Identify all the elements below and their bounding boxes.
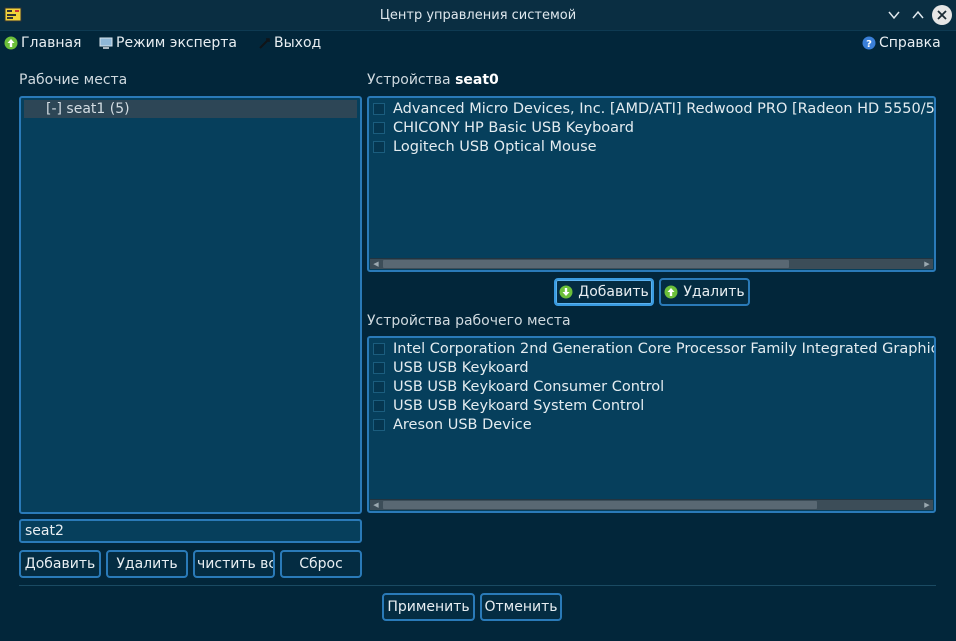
scroll-left-icon[interactable]: ◀ bbox=[370, 500, 382, 510]
reset-button[interactable]: Сброс bbox=[280, 550, 362, 578]
scroll-left-icon[interactable]: ◀ bbox=[370, 259, 382, 269]
list-item[interactable]: CHICONY HP Basic USB Keyboard bbox=[373, 118, 634, 137]
title-bar: Центр управления системой bbox=[0, 0, 956, 31]
chevron-up-icon bbox=[912, 10, 924, 19]
menu-exit-label: Выход bbox=[274, 35, 322, 51]
list-item[interactable]: USB USB Keykoard bbox=[373, 358, 529, 377]
apply-button[interactable]: Применить bbox=[382, 593, 475, 621]
device-checkbox[interactable] bbox=[373, 399, 385, 412]
device-label: Logitech USB Optical Mouse bbox=[393, 138, 597, 155]
device-checkbox[interactable] bbox=[373, 361, 385, 374]
menu-expert-label: Режим эксперта bbox=[116, 35, 238, 51]
add-device-label: Добавить bbox=[578, 284, 649, 300]
remove-device-label: Удалить bbox=[683, 284, 745, 300]
maximize-button[interactable] bbox=[908, 5, 928, 25]
chevron-down-icon bbox=[888, 11, 900, 20]
tree-item-seat1[interactable]: [-] seat1 (5) bbox=[24, 100, 357, 118]
device-label: USB USB Keykoard System Control bbox=[393, 397, 645, 414]
list-item[interactable]: USB USB Keykoard System Control bbox=[373, 396, 644, 415]
menu-help[interactable]: ? Справка bbox=[862, 34, 941, 52]
device-checkbox[interactable] bbox=[373, 121, 385, 134]
devices-label: Устройства seat0 bbox=[367, 72, 499, 88]
device-label: Areson USB Device bbox=[393, 416, 532, 433]
device-label: USB USB Keykoard Consumer Control bbox=[393, 378, 665, 395]
remove-device-button[interactable]: Удалить bbox=[659, 278, 750, 306]
device-checkbox[interactable] bbox=[373, 342, 385, 355]
green-up-arrow-icon bbox=[4, 36, 18, 50]
remove-seat-button[interactable]: Удалить bbox=[106, 550, 188, 578]
menu-exit[interactable]: Выход bbox=[257, 34, 321, 52]
svg-text:?: ? bbox=[866, 39, 872, 50]
menu-bar: Главная Режим эксперта Выход ? Справка bbox=[0, 31, 956, 55]
devices-horizontal-scrollbar[interactable]: ◀ ▶ bbox=[370, 258, 933, 269]
device-label: Intel Corporation 2nd Generation Core Pr… bbox=[393, 340, 936, 357]
device-label: USB USB Keykoard bbox=[393, 359, 529, 376]
device-checkbox[interactable] bbox=[373, 418, 385, 431]
green-up-arrow-icon bbox=[664, 285, 678, 299]
scrollbar-thumb[interactable] bbox=[383, 501, 817, 509]
scroll-right-icon[interactable]: ▶ bbox=[921, 259, 933, 269]
devices-seat-name: seat0 bbox=[455, 72, 499, 88]
scrollbar-thumb[interactable] bbox=[383, 260, 789, 268]
add-device-button[interactable]: Добавить bbox=[554, 278, 654, 306]
scroll-right-icon[interactable]: ▶ bbox=[921, 500, 933, 510]
monitor-icon bbox=[99, 36, 113, 50]
device-label: CHICONY HP Basic USB Keyboard bbox=[393, 119, 634, 136]
menu-help-label: Справка bbox=[879, 35, 941, 51]
menu-expert-mode[interactable]: Режим эксперта bbox=[99, 34, 237, 52]
device-checkbox[interactable] bbox=[373, 380, 385, 393]
device-checkbox[interactable] bbox=[373, 140, 385, 153]
menu-home[interactable]: Главная bbox=[4, 34, 81, 52]
cancel-button[interactable]: Отменить bbox=[480, 593, 562, 621]
window-title: Центр управления системой bbox=[379, 8, 577, 23]
footer-divider bbox=[19, 585, 936, 586]
list-item[interactable]: Advanced Micro Devices, Inc. [AMD/ATI] R… bbox=[373, 99, 936, 118]
seat-devices-horizontal-scrollbar[interactable]: ◀ ▶ bbox=[370, 499, 933, 510]
close-icon bbox=[937, 10, 947, 20]
minimize-button[interactable] bbox=[884, 5, 904, 25]
list-item[interactable]: Areson USB Device bbox=[373, 415, 532, 434]
help-icon: ? bbox=[862, 36, 876, 50]
clear-all-button[interactable]: чистить вс bbox=[193, 550, 275, 578]
devices-list[interactable]: Advanced Micro Devices, Inc. [AMD/ATI] R… bbox=[367, 96, 936, 272]
exit-icon bbox=[257, 36, 271, 50]
close-button[interactable] bbox=[932, 5, 952, 25]
seats-tree[interactable]: [-] seat1 (5) bbox=[19, 96, 362, 514]
list-item[interactable]: USB USB Keykoard Consumer Control bbox=[373, 377, 664, 396]
list-item[interactable]: Logitech USB Optical Mouse bbox=[373, 137, 597, 156]
green-down-arrow-icon bbox=[559, 285, 573, 299]
seat-devices-label: Устройства рабочего места bbox=[367, 313, 571, 329]
seat-name-input[interactable]: seat2 bbox=[19, 519, 362, 543]
device-checkbox[interactable] bbox=[373, 102, 385, 115]
device-label: Advanced Micro Devices, Inc. [AMD/ATI] R… bbox=[393, 100, 936, 117]
seats-label: Рабочие места bbox=[19, 72, 128, 88]
add-seat-button[interactable]: Добавить bbox=[19, 550, 101, 578]
menu-home-label: Главная bbox=[21, 35, 82, 51]
seat-devices-list[interactable]: Intel Corporation 2nd Generation Core Pr… bbox=[367, 336, 936, 513]
list-item[interactable]: Intel Corporation 2nd Generation Core Pr… bbox=[373, 339, 936, 358]
devices-label-prefix: Устройства bbox=[367, 72, 451, 88]
